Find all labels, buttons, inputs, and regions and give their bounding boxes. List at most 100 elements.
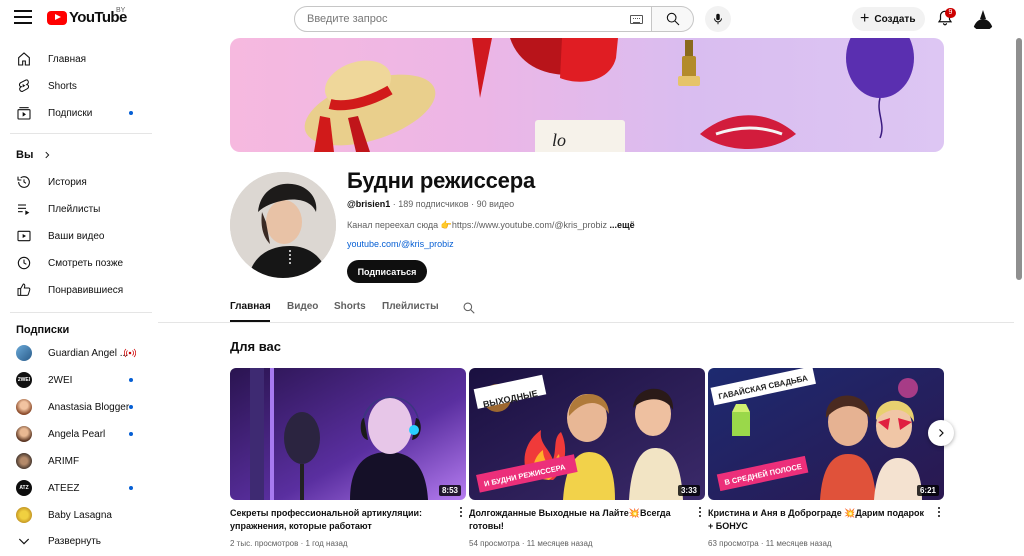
sidebar-item-label: Смотреть позже bbox=[48, 258, 124, 269]
microphone-icon bbox=[714, 13, 722, 25]
channel-avatar bbox=[16, 399, 32, 415]
scrollbar-thumb[interactable] bbox=[1016, 38, 1022, 280]
channel-avatar-large[interactable] bbox=[230, 172, 336, 278]
subscriptions-icon bbox=[17, 107, 31, 120]
sidebar-item-label: Плейлисты bbox=[48, 204, 101, 215]
sidebar-subscription-arimf[interactable]: ARIMF bbox=[0, 448, 150, 474]
top-bar: YouTube BY + Создать 9 bbox=[0, 0, 1024, 38]
video-card[interactable]: 8:53 Секреты профессиональной артикуляци… bbox=[230, 368, 466, 548]
sidebar-item-label: 2WEI bbox=[48, 375, 73, 386]
chevron-right-icon bbox=[939, 429, 944, 437]
video-menu-icon[interactable] bbox=[458, 507, 464, 519]
description-more-link[interactable]: ...ещё bbox=[610, 220, 635, 230]
new-content-dot bbox=[129, 486, 133, 490]
sidebar-item-label: Главная bbox=[48, 54, 87, 65]
video-title[interactable]: Кристина и Аня в Доброграде 💥Дарим подар… bbox=[708, 507, 930, 533]
video-card[interactable]: ГАВАЙСКАЯ СВАДЬБА В СРЕДНЕЙ ПОЛОСЕ 6:21 … bbox=[708, 368, 944, 548]
video-thumbnail[interactable]: 8:53 bbox=[230, 368, 466, 500]
new-content-dot bbox=[129, 405, 133, 409]
video-menu-icon[interactable] bbox=[936, 507, 942, 519]
tab-playlists[interactable]: Плейлисты bbox=[382, 301, 439, 312]
chevron-down-icon bbox=[18, 538, 30, 545]
channel-avatar bbox=[16, 507, 32, 523]
tab-shorts[interactable]: Shorts bbox=[334, 301, 366, 312]
sidebar-subscription-angela-pearl[interactable]: Angela Pearl bbox=[0, 421, 150, 447]
notifications-badge: 9 bbox=[945, 8, 956, 18]
section-title: Для вас bbox=[230, 339, 281, 354]
channel-banner: lo bbox=[230, 38, 944, 152]
video-duration: 6:21 bbox=[916, 485, 939, 496]
create-button[interactable]: + Создать bbox=[852, 7, 926, 31]
keyboard-icon[interactable] bbox=[630, 15, 643, 24]
channel-avatar bbox=[16, 345, 32, 361]
your-videos-icon bbox=[17, 230, 31, 242]
channel-name: Будни режиссера bbox=[347, 168, 535, 193]
new-content-dot bbox=[129, 378, 133, 382]
like-icon bbox=[17, 283, 31, 296]
youtube-logo[interactable]: YouTube bbox=[47, 9, 127, 26]
channel-banner-art: lo bbox=[304, 38, 914, 152]
subscriptions-section-header: Подписки bbox=[16, 324, 69, 336]
sidebar-item-label: Понравившиеся bbox=[48, 285, 124, 296]
search-box bbox=[294, 6, 652, 32]
video-menu-icon[interactable] bbox=[697, 507, 703, 519]
live-icon bbox=[124, 348, 136, 358]
chevron-right-icon bbox=[45, 151, 50, 159]
sidebar-subscription-guardian-angel[interactable]: Guardian Angel ... bbox=[0, 340, 150, 366]
account-avatar[interactable] bbox=[971, 7, 995, 31]
subscribe-button[interactable]: Подписаться bbox=[347, 260, 427, 283]
shorts-icon bbox=[18, 79, 30, 92]
sidebar-subscription-2wei[interactable]: 2WEI 2WEI bbox=[0, 367, 150, 393]
video-thumbnail[interactable]: ВЫХОДНЫЕ И БУДНИ РЕЖИССЕРА 3:33 bbox=[469, 368, 705, 500]
subscriptions-heading: Подписки bbox=[16, 324, 70, 336]
you-section-header[interactable]: Вы bbox=[16, 149, 52, 161]
tab-home[interactable]: Главная bbox=[230, 301, 271, 312]
sidebar-item-liked[interactable]: Понравившиеся bbox=[0, 277, 150, 303]
sidebar-item-shorts[interactable]: Shorts bbox=[0, 73, 150, 99]
region-code: BY bbox=[116, 7, 126, 14]
sidebar-item-label: Anastasia Blogger bbox=[48, 402, 130, 413]
sidebar-subscription-anastasia-blogger[interactable]: Anastasia Blogger bbox=[0, 394, 150, 420]
channel-description[interactable]: Канал переехал сюда 👉https://www.youtube… bbox=[347, 220, 635, 231]
sidebar-item-label: Guardian Angel ... bbox=[48, 348, 129, 359]
sidebar-item-home[interactable]: Главная bbox=[0, 46, 150, 72]
page-scrollbar[interactable] bbox=[1015, 38, 1022, 556]
video-thumbnail-image: ВЫХОДНЫЕ И БУДНИ РЕЖИССЕРА bbox=[469, 368, 705, 500]
tab-videos[interactable]: Видео bbox=[287, 301, 318, 312]
new-content-dot bbox=[129, 111, 133, 115]
create-label: Создать bbox=[874, 13, 916, 25]
sidebar-item-subscriptions[interactable]: Подписки bbox=[0, 100, 150, 126]
channel-search-icon[interactable] bbox=[462, 301, 476, 315]
playlists-icon bbox=[18, 204, 30, 215]
sidebar-subscription-ateez[interactable]: ATZ ATEEZ bbox=[0, 475, 150, 501]
video-thumbnail[interactable]: ГАВАЙСКАЯ СВАДЬБА В СРЕДНЕЙ ПОЛОСЕ 6:21 bbox=[708, 368, 944, 500]
menu-icon[interactable] bbox=[14, 10, 32, 26]
sidebar-item-playlists[interactable]: Плейлисты bbox=[0, 196, 150, 222]
youtube-play-icon bbox=[47, 10, 67, 25]
history-icon bbox=[17, 176, 30, 188]
sidebar-item-label: История bbox=[48, 177, 87, 188]
video-card[interactable]: ВЫХОДНЫЕ И БУДНИ РЕЖИССЕРА 3:33 Долгожда… bbox=[469, 368, 705, 548]
watch-later-icon bbox=[17, 256, 31, 270]
account-avatar-image bbox=[973, 10, 993, 29]
carousel-next-button[interactable] bbox=[928, 420, 954, 446]
video-thumbnail-image: ГАВАЙСКАЯ СВАДЬБА В СРЕДНЕЙ ПОЛОСЕ bbox=[708, 368, 944, 500]
sidebar-item-your-videos[interactable]: Ваши видео bbox=[0, 223, 150, 249]
search-button[interactable] bbox=[652, 6, 694, 32]
voice-search-button[interactable] bbox=[705, 6, 731, 32]
channel-external-link[interactable]: youtube.com/@kris_probiz bbox=[347, 239, 454, 249]
new-content-dot bbox=[129, 432, 133, 436]
sidebar-item-history[interactable]: История bbox=[0, 169, 150, 195]
channel-avatar-image bbox=[230, 172, 336, 278]
sidebar-item-label: Shorts bbox=[48, 81, 77, 92]
search-icon bbox=[666, 12, 680, 26]
video-title[interactable]: Долгожданные Выходные на Лайте💥Всегда го… bbox=[469, 507, 691, 533]
video-title[interactable]: Секреты профессиональной артикуляции: уп… bbox=[230, 507, 452, 533]
search-input[interactable] bbox=[307, 13, 607, 25]
sidebar-item-watch-later[interactable]: Смотреть позже bbox=[0, 250, 150, 276]
channel-avatar bbox=[16, 453, 32, 469]
sidebar-subscription-baby-lasagna[interactable]: Baby Lasagna bbox=[0, 502, 150, 528]
video-duration: 3:33 bbox=[677, 485, 700, 496]
video-duration: 8:53 bbox=[438, 485, 461, 496]
sidebar-expand[interactable]: Развернуть bbox=[0, 528, 150, 554]
